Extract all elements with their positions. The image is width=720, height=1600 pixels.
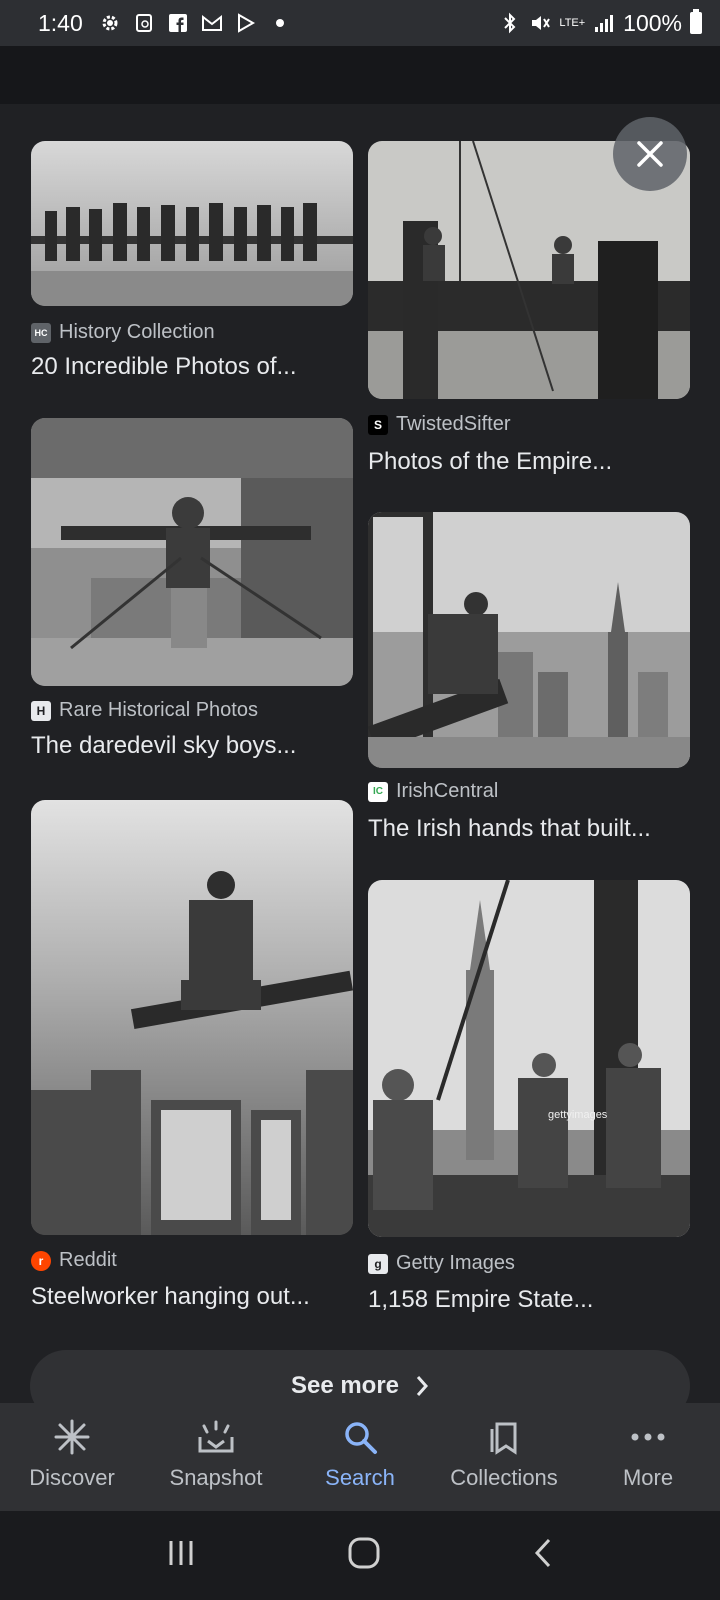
result-source-3[interactable]: H Rare Historical Photos	[31, 699, 258, 722]
close-icon	[637, 141, 663, 167]
nav-discover[interactable]: Discover	[0, 1403, 144, 1511]
close-button[interactable]	[613, 117, 687, 191]
mute-icon	[529, 12, 551, 34]
result-title-2[interactable]: Photos of the Empire...	[368, 448, 612, 476]
nav-more-label: More	[622, 1465, 674, 1490]
back-icon	[535, 1538, 551, 1568]
battery-percent: 100%	[623, 9, 682, 36]
result-thumbnail-5[interactable]	[31, 800, 353, 1235]
favicon-6: g	[368, 1253, 388, 1274]
bluetooth-icon	[499, 12, 521, 34]
nav-collections-label: Collections	[450, 1465, 558, 1490]
favicon-5: r	[31, 1250, 51, 1271]
collections-icon	[484, 1417, 524, 1457]
result-title-4[interactable]: The Irish hands that built...	[368, 815, 651, 843]
signal-icon	[593, 12, 615, 34]
system-navigation-bar	[0, 1511, 720, 1600]
nav-snapshot[interactable]: Snapshot	[144, 1403, 288, 1511]
result-thumbnail-1[interactable]	[31, 141, 353, 306]
header-band	[0, 46, 720, 104]
more-dots-icon	[628, 1417, 668, 1457]
status-time: 1:40	[38, 9, 83, 36]
favicon-4: IC	[368, 781, 388, 802]
result-thumbnail-6[interactable]: gettyimages	[368, 880, 690, 1237]
nav-search[interactable]: Search	[288, 1403, 432, 1511]
nav-collections[interactable]: Collections	[432, 1403, 576, 1511]
nav-discover-label: Discover	[29, 1465, 115, 1490]
favicon-2: S	[368, 414, 388, 435]
status-bar: 1:40 LTE+ 100%	[0, 0, 720, 46]
play-store-icon	[235, 12, 257, 34]
snapshot-icon	[196, 1417, 236, 1457]
nav-snapshot-label: Snapshot	[169, 1465, 263, 1490]
result-thumbnail-4[interactable]	[368, 512, 690, 768]
getty-watermark: gettyimages	[548, 1109, 608, 1121]
result-title-6[interactable]: 1,158 Empire State...	[368, 1286, 593, 1314]
result-title-3[interactable]: The daredevil sky boys...	[31, 732, 296, 760]
recent-apps-button[interactable]	[166, 1538, 196, 1573]
chevron-right-icon	[416, 1376, 429, 1396]
back-button[interactable]	[532, 1537, 554, 1574]
favicon-1: HC	[31, 322, 51, 343]
home-button[interactable]	[347, 1536, 381, 1575]
recent-apps-icon	[169, 1541, 193, 1565]
asterisk-icon	[52, 1417, 92, 1457]
bottom-navigation: Discover Snapshot Search Collections Mor…	[0, 1403, 720, 1511]
result-title-1[interactable]: 20 Incredible Photos of...	[31, 353, 297, 381]
gmail-icon	[201, 12, 223, 34]
home-icon	[348, 1537, 380, 1569]
search-icon	[340, 1417, 380, 1457]
battery-icon	[690, 9, 702, 34]
result-source-2[interactable]: S TwistedSifter	[368, 413, 510, 436]
facebook-icon	[167, 12, 189, 34]
result-thumbnail-3[interactable]	[31, 418, 353, 686]
result-source-5[interactable]: r Reddit	[31, 1249, 117, 1272]
settings-gear-icon	[99, 12, 121, 34]
nav-search-label: Search	[325, 1465, 395, 1490]
see-more-label: See more	[290, 1372, 400, 1399]
result-source-4[interactable]: IC IrishCentral	[368, 780, 498, 803]
result-source-6[interactable]: g Getty Images	[368, 1252, 515, 1275]
favicon-3: H	[31, 700, 51, 721]
screenshot-icon	[133, 12, 155, 34]
network-type: LTE+	[559, 17, 586, 29]
result-source-1[interactable]: HC History Collection	[31, 321, 215, 344]
nav-more[interactable]: More	[576, 1403, 720, 1511]
result-title-5[interactable]: Steelworker hanging out...	[31, 1283, 310, 1311]
notification-dot-icon	[269, 12, 291, 34]
